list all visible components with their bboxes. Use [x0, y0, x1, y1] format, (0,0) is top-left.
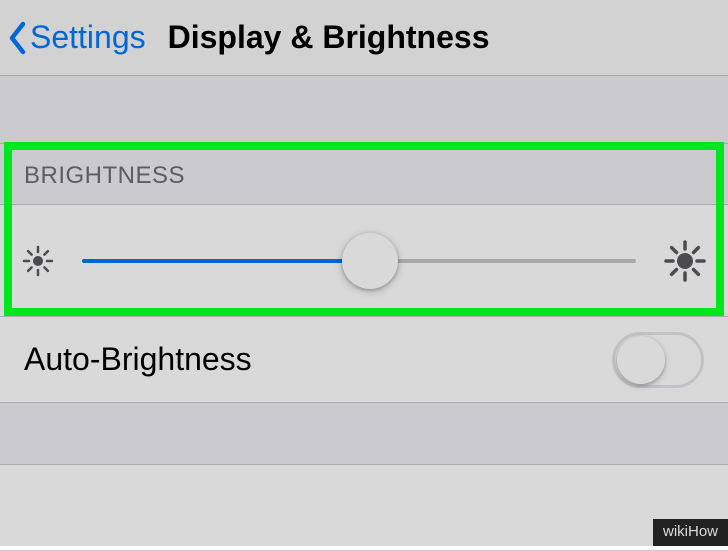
back-label: Settings — [30, 19, 146, 56]
top-gap — [0, 76, 728, 144]
brightness-slider-row — [0, 205, 728, 317]
content-area: BRIGHTNESS — [0, 76, 728, 551]
brightness-slider[interactable] — [82, 259, 636, 263]
nav-header: Settings Display & Brightness — [0, 0, 728, 76]
bottom-row — [0, 465, 728, 551]
sun-bright-icon — [664, 240, 706, 282]
slider-thumb[interactable] — [342, 233, 398, 289]
toggle-knob — [617, 336, 665, 384]
sun-dim-icon — [22, 245, 54, 277]
auto-brightness-label: Auto-Brightness — [24, 341, 252, 378]
bottom-gap — [0, 403, 728, 465]
auto-brightness-toggle[interactable] — [612, 332, 704, 388]
slider-fill — [82, 259, 370, 263]
brightness-section-header: BRIGHTNESS — [0, 144, 728, 205]
page-title: Display & Brightness — [168, 19, 490, 56]
watermark: wikiHow — [653, 519, 728, 546]
back-button[interactable]: Settings — [8, 19, 146, 56]
auto-brightness-row: Auto-Brightness — [0, 317, 728, 403]
chevron-left-icon — [8, 21, 28, 55]
